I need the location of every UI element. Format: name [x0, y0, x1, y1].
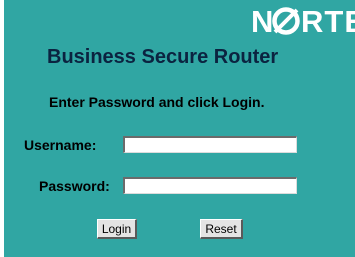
login-panel: N RTEL Business Secure Router Enter Pass…	[4, 0, 355, 257]
password-input[interactable]	[123, 177, 297, 194]
username-label: Username:	[24, 137, 97, 153]
password-label: Password:	[39, 178, 110, 194]
svg-text:N: N	[251, 4, 274, 38]
reset-button[interactable]: Reset	[200, 219, 243, 239]
globe-icon	[272, 7, 300, 35]
username-input[interactable]	[123, 136, 297, 153]
nortel-logo: N RTEL	[251, 4, 355, 38]
svg-text:RTEL: RTEL	[301, 4, 355, 38]
page-title: Business Secure Router	[47, 46, 279, 68]
login-button[interactable]: Login	[97, 219, 137, 239]
login-instruction: Enter Password and click Login.	[49, 94, 265, 110]
